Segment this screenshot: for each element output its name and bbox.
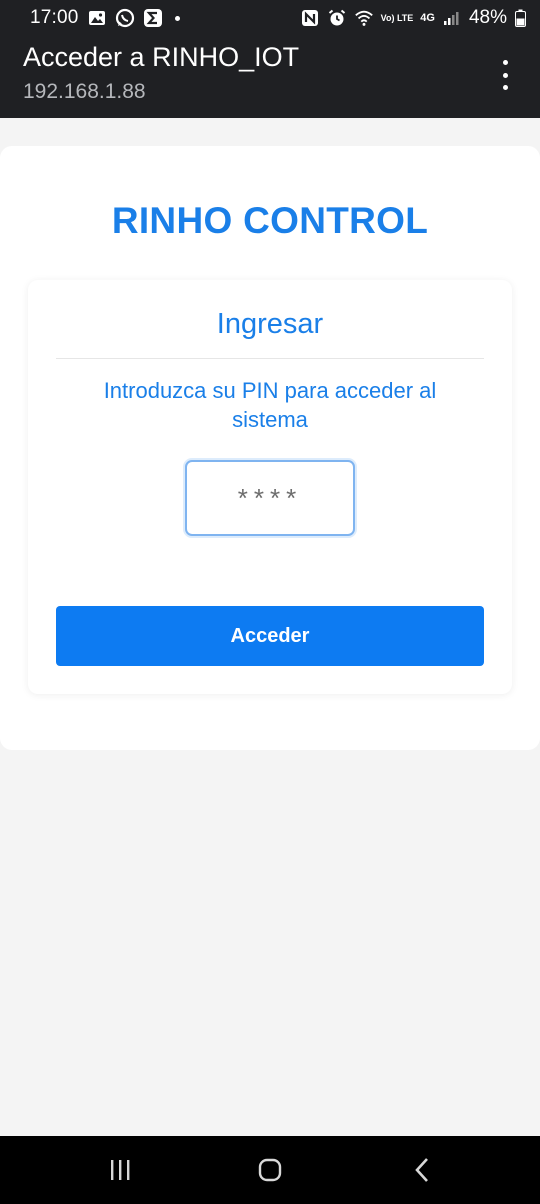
more-vertical-icon: [502, 60, 508, 65]
back-icon: [415, 1158, 428, 1182]
pin-input[interactable]: [185, 460, 355, 536]
status-left: 17:00: [30, 7, 180, 29]
sigma-app-icon: [143, 8, 163, 28]
gallery-icon: [87, 8, 107, 28]
status-bar: 17:00 Vo) LTE 4G 48%: [0, 0, 540, 36]
whatsapp-icon: [115, 8, 135, 28]
system-nav-bar: [0, 1136, 540, 1204]
status-time: 17:00: [30, 7, 79, 28]
alarm-icon: [327, 8, 347, 28]
back-button[interactable]: [402, 1156, 442, 1184]
brand-title: RINHO CONTROL: [111, 200, 429, 241]
app-bar: Acceder a RINHO_IOT 192.168.1.88: [0, 36, 540, 118]
main-card: RINHO CONTROL Ingresar Introduzca su PIN…: [0, 146, 540, 750]
status-right: Vo) LTE 4G 48%: [300, 7, 526, 29]
battery-percent: 48%: [468, 7, 507, 28]
network-type: Vo) LTE: [381, 13, 414, 23]
battery-icon: [514, 8, 526, 28]
home-button[interactable]: [250, 1156, 290, 1184]
recent-apps-button[interactable]: [100, 1156, 140, 1184]
home-icon: [258, 1158, 282, 1182]
wifi-icon: [354, 8, 374, 28]
submit-button[interactable]: Acceder: [56, 606, 484, 666]
page-title: Acceder a RINHO_IOT: [23, 42, 300, 72]
recent-apps-icon: [111, 1160, 130, 1180]
nfc-icon: [300, 8, 320, 28]
signal-icon: [442, 8, 462, 28]
network-gen: 4G: [420, 12, 435, 24]
login-instruction: Introduzca su PIN para acceder al sistem…: [103, 378, 437, 432]
notification-dot-icon: [174, 15, 180, 21]
page-url: 192.168.1.88: [23, 80, 146, 103]
login-heading: Ingresar: [216, 308, 324, 340]
network-label: Vo) LTE: [380, 13, 414, 23]
divider: [56, 358, 484, 359]
more-options-button[interactable]: [500, 60, 510, 90]
login-card: Ingresar Introduzca su PIN para acceder …: [28, 280, 512, 694]
